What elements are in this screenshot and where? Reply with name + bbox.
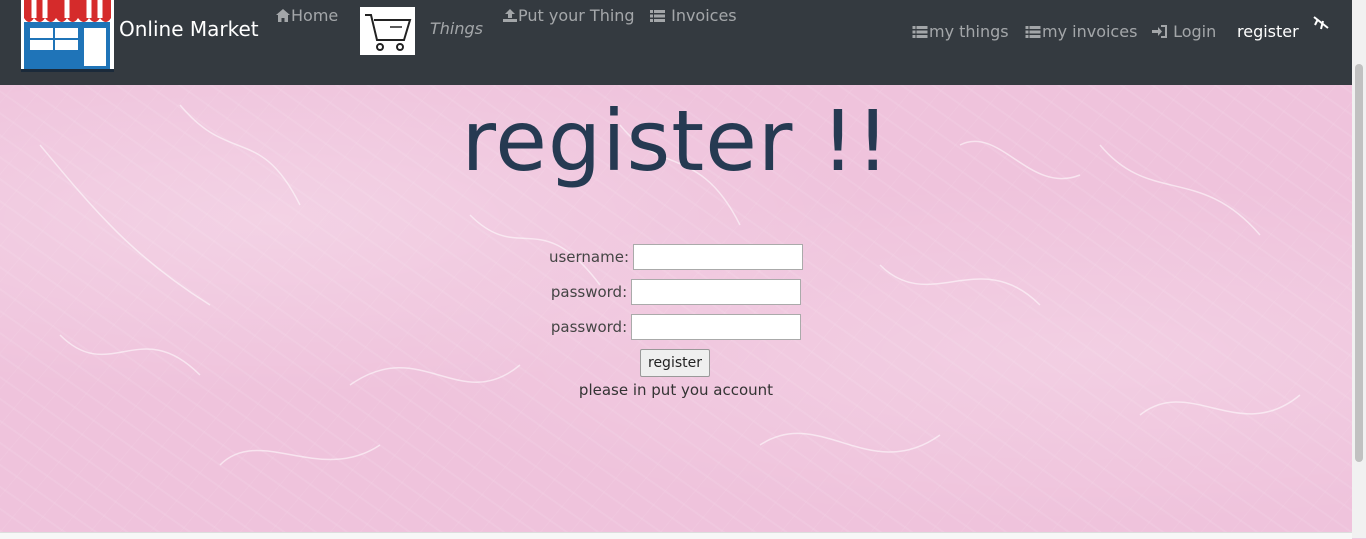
nav-my-invoices-label: my invoices	[1042, 22, 1138, 41]
nav-login-label: Login	[1173, 22, 1217, 41]
nav-put-your-thing-label: Put your Thing	[518, 6, 635, 25]
nav-my-things-label: my things	[929, 22, 1009, 41]
page-title: register !!	[461, 92, 891, 190]
upload-icon	[503, 7, 517, 26]
confirm-password-input[interactable]	[631, 314, 802, 340]
home-icon	[276, 7, 290, 26]
nav-invoices-label: Invoices	[671, 6, 737, 25]
nav-my-invoices[interactable]: my invoices	[1025, 22, 1137, 42]
cursor-icon	[1312, 15, 1330, 35]
store-logo-icon[interactable]	[21, 0, 114, 72]
nav-home-label: Home	[291, 6, 339, 25]
cart-icon[interactable]	[360, 7, 415, 55]
username-input[interactable]	[633, 244, 804, 270]
register-button[interactable]: register	[640, 349, 710, 377]
password-input[interactable]	[631, 279, 802, 305]
nav-home[interactable]: Home	[276, 6, 338, 26]
nav-things[interactable]: Things	[430, 19, 483, 38]
brand-name[interactable]: Online Market	[119, 17, 259, 41]
password-label: password:	[550, 283, 628, 301]
username-label: username:	[548, 248, 630, 266]
login-icon	[1152, 23, 1167, 42]
list-icon	[650, 7, 665, 26]
list-icon	[912, 23, 928, 42]
nav-put-your-thing[interactable]: Put your Thing	[503, 6, 635, 26]
status-message: please in put you account	[578, 381, 774, 399]
top-navbar: Online Market Home Things Put your Thing…	[0, 0, 1352, 85]
nav-register[interactable]: register	[1237, 22, 1299, 41]
nav-invoices[interactable]: Invoices	[650, 6, 737, 26]
password-row: password:	[0, 279, 1352, 305]
nav-my-things[interactable]: my things	[912, 22, 1009, 42]
vertical-scrollbar[interactable]	[1352, 0, 1366, 538]
confirm-password-label: password:	[550, 318, 628, 336]
confirm-password-row: password:	[0, 314, 1352, 340]
list-icon	[1025, 23, 1041, 42]
username-row: username:	[0, 244, 1352, 270]
scrollbar-thumb[interactable]	[1355, 64, 1363, 462]
nav-login[interactable]: Login	[1152, 22, 1216, 42]
